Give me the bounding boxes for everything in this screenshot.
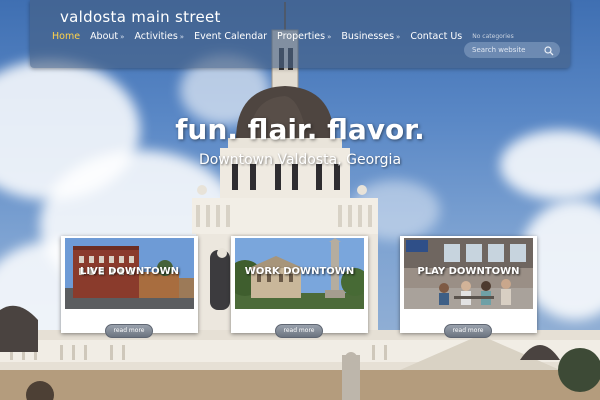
- read-more-button[interactable]: read more: [105, 324, 153, 338]
- nav-item-label: Properties: [277, 31, 326, 42]
- nav-item-home[interactable]: Home: [52, 31, 80, 42]
- nav-item-event-calendar[interactable]: Event Calendar: [194, 31, 267, 42]
- nav-item-label: Home: [52, 31, 81, 42]
- search-icon[interactable]: [544, 46, 554, 56]
- nav-item-contact-us[interactable]: Contact Us: [410, 31, 462, 42]
- site-title[interactable]: valdosta main street: [60, 8, 221, 26]
- nav-item-properties[interactable]: Properties »: [277, 31, 331, 42]
- main-nav: Home About » Activities » Event Calendar…: [52, 31, 514, 42]
- nav-item-about[interactable]: About »: [90, 31, 124, 42]
- nav-item-businesses[interactable]: Businesses »: [341, 31, 400, 42]
- card-title: PLAY DOWNTOWN: [417, 266, 520, 277]
- nav-item-label: About: [90, 31, 119, 42]
- site-header: valdosta main street Home About » Activi…: [30, 0, 570, 68]
- nav-item-label: Businesses: [341, 31, 395, 42]
- feature-card-work[interactable]: WORK DOWNTOWN read more: [231, 236, 368, 338]
- nav-item-label: Contact Us: [410, 31, 463, 42]
- submenu-arrow-icon: »: [179, 32, 185, 41]
- read-more-button[interactable]: read more: [275, 324, 323, 338]
- read-more-button[interactable]: read more: [444, 324, 492, 338]
- nav-item-activities[interactable]: Activities »: [134, 31, 184, 42]
- submenu-arrow-icon: »: [120, 32, 125, 41]
- card-title: WORK DOWNTOWN: [244, 266, 355, 277]
- card-title: LIVE DOWNTOWN: [79, 266, 180, 277]
- nav-item-label: Activities: [134, 31, 178, 42]
- submenu-arrow-icon: »: [327, 32, 332, 41]
- feature-card-play[interactable]: PLAY DOWNTOWN read more: [400, 236, 537, 338]
- hero-subtitle: Downtown Valdosta, Georgia: [198, 152, 402, 168]
- hero-title: fun. flair. flavor.: [175, 113, 425, 146]
- submenu-arrow-icon: »: [396, 32, 401, 41]
- no-categories-text: No categories: [472, 33, 514, 40]
- nav-item-label: Event Calendar: [194, 31, 268, 42]
- feature-card-live[interactable]: LIVE DOWNTOWN read more: [61, 236, 198, 338]
